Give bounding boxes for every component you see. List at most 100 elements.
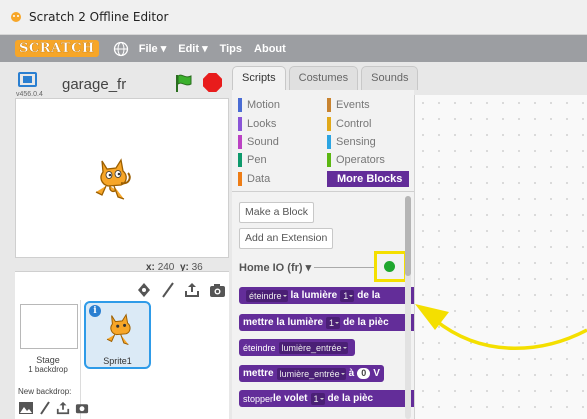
category-color-swatch [238,135,242,149]
block-dropdown[interactable]: 1 [310,392,325,405]
category-label: Sensing [336,136,376,148]
extension-separator [314,267,374,268]
category-label: Pen [247,154,267,166]
window-title: Scratch 2 Offline Editor [29,10,169,24]
block-dropdown[interactable]: 1 [340,289,355,302]
category-color-swatch [238,172,242,186]
palette-divider [232,191,414,192]
category-color-swatch [238,117,242,131]
make-a-block-button[interactable]: Make a Block [239,202,315,223]
scrollbar-thumb[interactable] [405,196,411,276]
stage-column: Stage 1 backdrop New backdrop: [15,300,89,419]
block-text: de la [357,290,381,301]
tab-costumes[interactable]: Costumes [288,66,359,90]
tab-scripts[interactable]: Scripts [232,66,286,90]
category-color-swatch [327,135,331,149]
highlight-box [374,251,407,282]
block-stopper-volet[interactable]: stopper le volet 1 de la pièc [239,390,417,407]
camera-icon[interactable] [209,282,226,298]
new-backdrop-tools [18,401,89,415]
block-text: la lumière [290,290,338,301]
script-area[interactable] [414,95,587,419]
info-icon[interactable]: i [89,305,101,317]
choose-sprite-icon[interactable] [136,282,152,298]
block-dropdown[interactable]: lumière_entrée [278,341,348,354]
block-mettre-la-lumiere[interactable]: mettre la lumière 1 de la pièc [239,314,417,331]
block-eteindre-lumiere-entree[interactable]: éteindre lumière_entrée [239,339,355,356]
block-text: mettre la lumière [243,317,324,328]
block-dropdown[interactable]: lumière_entrée [276,367,346,380]
menu-tips[interactable]: Tips [220,43,242,55]
category-motion[interactable]: Motion [238,97,280,113]
category-label: Operators [336,154,385,166]
stop-icon[interactable] [203,73,222,92]
paint-brush-icon[interactable] [161,282,175,298]
project-name[interactable]: garage_fr [62,76,126,93]
block-eteindre-lumiere[interactable]: éteindre la lumière 1 de la [239,287,419,304]
category-label: Sound [247,136,279,148]
backdrop-paint-icon[interactable] [39,401,51,415]
extension-title-dropdown[interactable]: Home IO (fr) ▾ [239,261,311,274]
backdrop-camera-icon[interactable] [75,401,89,414]
block-text: le volet [273,393,308,404]
category-sound[interactable]: Sound [238,134,279,150]
category-data[interactable]: Data [238,171,270,187]
category-looks[interactable]: Looks [238,116,276,132]
category-sensing[interactable]: Sensing [327,134,376,150]
menu-edit[interactable]: Edit ▾ [178,42,207,55]
category-control[interactable]: Control [327,116,371,132]
category-color-swatch [238,153,242,167]
category-label: Control [336,118,372,130]
block-text: à [348,368,355,379]
category-label: Data [247,173,271,185]
category-color-swatch [238,98,242,112]
category-pen[interactable]: Pen [238,152,267,168]
category-color-swatch [327,98,331,112]
new-sprite-tools [136,282,226,298]
fullscreen-icon[interactable] [18,72,37,87]
block-text: éteindre [243,342,276,353]
category-label: More Blocks [337,173,403,185]
window-titlebar: Scratch 2 Offline Editor [0,0,587,35]
stage-label: Stage [36,355,60,365]
backdrop-library-icon[interactable] [18,401,34,415]
menu-bar: SCRATCH File ▾ Edit ▾ Tips About ? [0,35,587,62]
tab-sounds[interactable]: Sounds [361,66,419,90]
sprite1-cat-icon [106,313,131,345]
add-extension-button[interactable]: Add an Extension [239,228,334,249]
category-label: Events [336,99,370,111]
upload-sprite-icon[interactable] [184,282,200,298]
version-label: v456.0.4 [16,91,43,98]
block-text: mettre [243,368,274,379]
block-text: de la pièc [327,393,374,404]
menu-about[interactable]: About [254,43,286,55]
new-backdrop-label: New backdrop: [18,387,72,396]
scratch-cat-sprite[interactable] [92,157,134,203]
block-mettre-lumiere-entree[interactable]: mettre lumière_entrée à 0 V [239,365,384,382]
category-label: Looks [247,118,277,130]
stage-thumbnail[interactable] [20,304,78,349]
stage-header: v456.0.4 garage_fr [15,70,229,98]
category-events[interactable]: Events [327,97,370,113]
block-dropdown[interactable]: 1 [326,316,341,329]
sprite-thumbnail-sprite1[interactable]: i Sprite1 [84,301,151,369]
menu-file[interactable]: File ▾ [139,42,167,55]
block-text: de la pièc [343,317,389,328]
backdrop-upload-icon[interactable] [56,401,70,415]
block-number-input[interactable]: 0 [357,368,371,379]
block-dropdown[interactable]: éteindre [246,289,288,302]
scratch-logo[interactable]: SCRATCH [15,40,99,57]
annotation-arrow [415,304,587,350]
block-text: stopper [243,393,274,404]
scratch-cat-icon [11,12,21,22]
category-more-blocks[interactable]: More Blocks [327,171,409,187]
block-text: V [373,368,380,379]
language-globe-icon[interactable] [113,41,129,57]
category-label: Motion [247,99,281,111]
sprite1-label: Sprite1 [103,356,132,366]
green-flag-icon[interactable] [174,73,194,93]
category-operators[interactable]: Operators [327,152,385,168]
category-color-swatch [327,153,331,167]
stage-canvas[interactable] [15,98,229,258]
editor-tabs: Scripts Costumes Sounds [232,66,421,90]
